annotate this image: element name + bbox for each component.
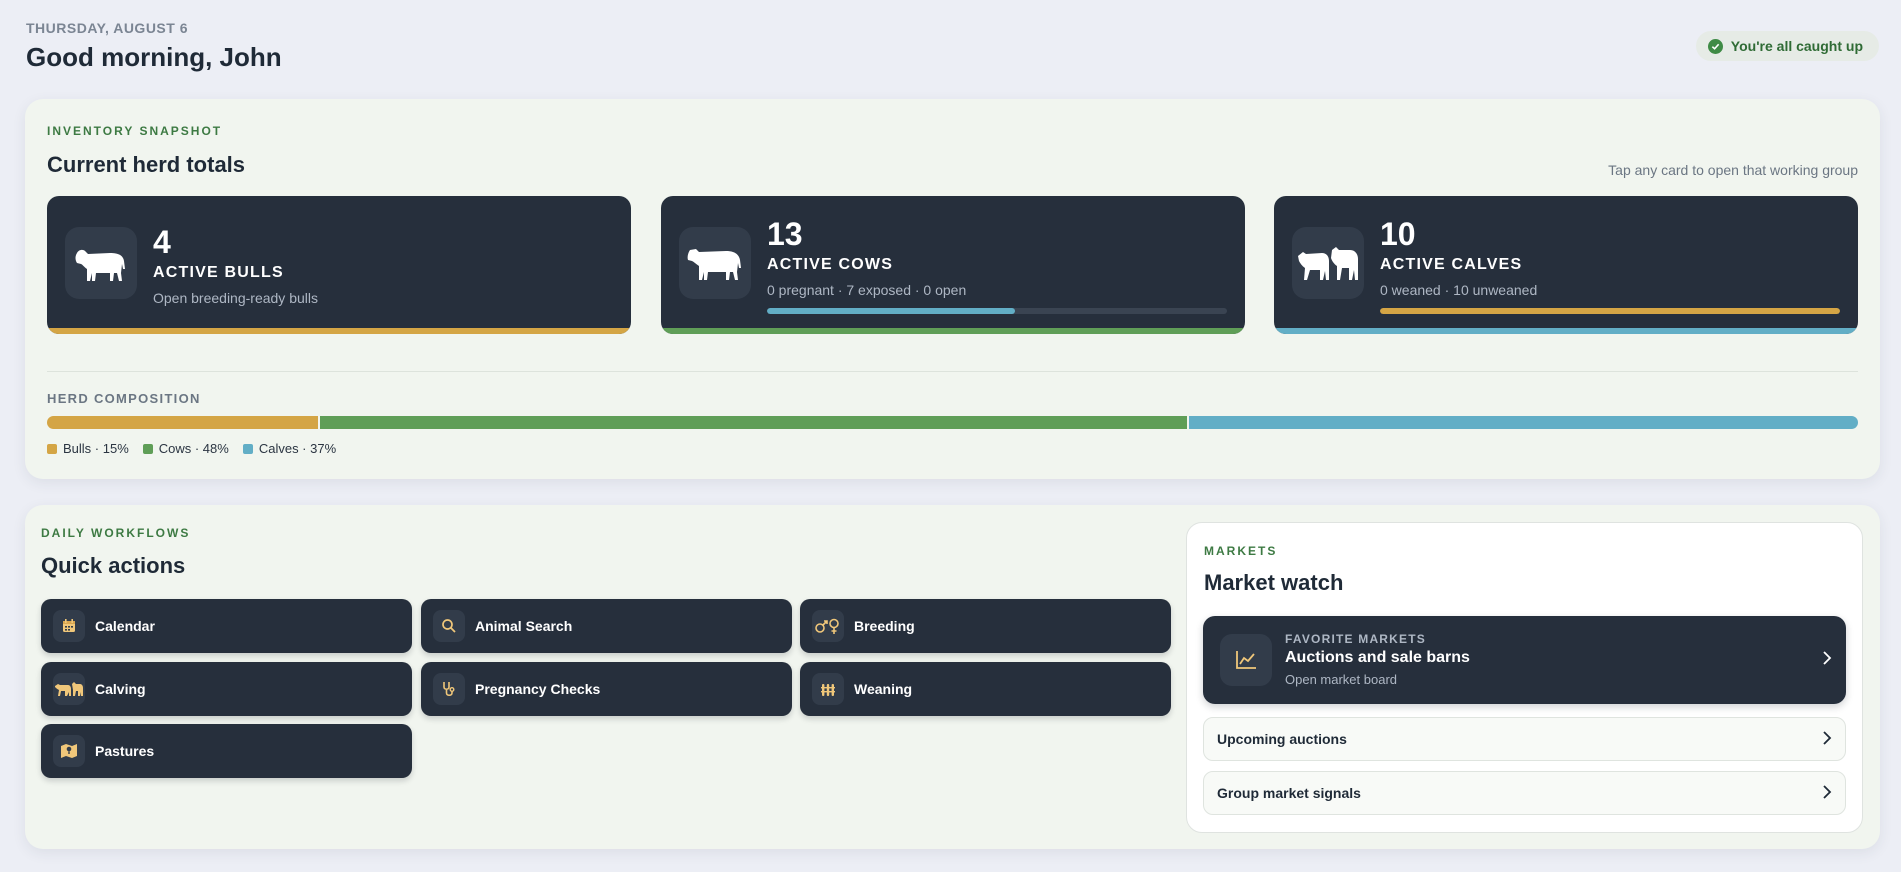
section-divider xyxy=(47,371,1858,372)
cows-progress-track xyxy=(767,308,1227,314)
calendar-button[interactable]: Calendar xyxy=(41,599,412,653)
calving-button-label: Calving xyxy=(95,681,146,697)
upcoming-auctions-row[interactable]: Upcoming auctions xyxy=(1203,717,1846,761)
weaning-icon xyxy=(812,673,844,705)
legend-item-cows: Cows · 48% xyxy=(142,441,229,456)
bulls-subtitle: Open breeding-ready bulls xyxy=(153,290,318,306)
weaning-button[interactable]: Weaning xyxy=(800,662,1171,716)
upcoming-auctions-label: Upcoming auctions xyxy=(1217,731,1347,747)
calves-count: 10 xyxy=(1380,216,1416,252)
cows-subtitle: 0 pregnant · 7 exposed · 0 open xyxy=(767,282,967,298)
workflows-eyebrow: DAILY WORKFLOWS xyxy=(41,526,191,540)
pregnancy-checks-button[interactable]: Pregnancy Checks xyxy=(421,662,792,716)
check-circle-icon xyxy=(1707,38,1723,54)
animal-search-button[interactable]: Animal Search xyxy=(421,599,792,653)
calendar-icon xyxy=(53,610,85,642)
active-bulls-card[interactable]: 4 ACTIVE BULLS Open breeding-ready bulls xyxy=(47,196,631,334)
favorite-markets-eyebrow: FAVORITE MARKETS xyxy=(1285,632,1426,646)
legend-label-cows: Cows · 48% xyxy=(158,441,229,456)
herd-composition-label: HERD COMPOSITION xyxy=(47,391,201,406)
composition-segment-cows xyxy=(320,416,1188,429)
quick-actions-title: Quick actions xyxy=(41,553,186,578)
cows-label: ACTIVE COWS xyxy=(767,256,894,273)
inventory-eyebrow: INVENTORY SNAPSHOT xyxy=(47,124,223,138)
animal-search-button-label: Animal Search xyxy=(475,618,573,634)
inventory-snapshot-panel: INVENTORY SNAPSHOT Current herd totals T… xyxy=(25,99,1880,479)
breeding-icon xyxy=(812,610,844,642)
calves-progress-track xyxy=(1380,308,1840,314)
bull-icon xyxy=(65,227,137,299)
composition-segment-calves xyxy=(1189,416,1858,429)
herd-composition-bar xyxy=(47,416,1858,429)
calves-accent-bar xyxy=(1274,328,1858,334)
greeting-title: Good morning, John xyxy=(26,42,282,72)
group-market-signals-row[interactable]: Group market signals xyxy=(1203,771,1846,815)
legend-label-calves: Calves · 37% xyxy=(258,441,337,456)
bulls-accent-bar xyxy=(47,328,631,334)
cows-count: 13 xyxy=(767,216,803,252)
composition-segment-bulls xyxy=(47,416,319,429)
favorite-markets-title: Auctions and sale barns xyxy=(1285,649,1470,666)
breeding-button-label: Breeding xyxy=(854,618,915,634)
date-label: THURSDAY, AUGUST 6 xyxy=(26,20,188,36)
legend-label-bulls: Bulls · 15% xyxy=(63,441,129,456)
calves-progress-fill xyxy=(1380,308,1840,314)
market-watch-title: Market watch xyxy=(1204,570,1344,595)
weaning-button-label: Weaning xyxy=(854,681,913,697)
page-header: THURSDAY, AUGUST 6 Good morning, John xyxy=(26,20,282,73)
legend-swatch-bulls xyxy=(47,443,57,454)
market-watch-card: MARKETS Market watch FAVORITE MARKETS Au… xyxy=(1186,522,1863,833)
pasture-map-icon xyxy=(53,735,85,767)
legend-item-bulls: Bulls · 15% xyxy=(47,441,129,456)
calendar-button-label: Calendar xyxy=(95,618,155,634)
group-market-signals-label: Group market signals xyxy=(1217,785,1361,801)
status-badge: You're all caught up xyxy=(1695,31,1879,61)
legend-item-calves: Calves · 37% xyxy=(242,441,337,456)
legend-swatch-calves xyxy=(242,443,253,454)
chevron-right-icon xyxy=(1822,730,1832,749)
favorite-markets-subtitle: Open market board xyxy=(1285,672,1398,687)
pastures-button-label: Pastures xyxy=(95,743,155,759)
calves-icon xyxy=(1292,227,1364,299)
calving-button[interactable]: Calving xyxy=(41,662,412,716)
status-badge-label: You're all caught up xyxy=(1730,38,1863,54)
markets-eyebrow: MARKETS xyxy=(1204,544,1278,558)
composition-legend: Bulls · 15% Cows · 48% Calves · 37% xyxy=(47,441,336,456)
pregnancy-checks-button-label: Pregnancy Checks xyxy=(475,681,601,697)
favorite-markets-card[interactable]: FAVORITE MARKETS Auctions and sale barns… xyxy=(1203,616,1846,704)
chevron-right-icon xyxy=(1822,784,1832,803)
bulls-count: 4 xyxy=(153,224,171,260)
calving-icon xyxy=(53,673,85,705)
cow-icon xyxy=(679,227,751,299)
inventory-title: Current herd totals xyxy=(47,152,246,177)
line-chart-icon xyxy=(1220,634,1272,686)
cows-progress-fill xyxy=(767,308,1016,314)
legend-swatch-cows xyxy=(142,443,153,454)
active-cows-card[interactable]: 13 ACTIVE COWS 0 pregnant · 7 exposed · … xyxy=(661,196,1245,334)
active-calves-card[interactable]: 10 ACTIVE CALVES 0 weaned · 10 unweaned xyxy=(1274,196,1858,334)
calves-subtitle: 0 weaned · 10 unweaned xyxy=(1380,282,1538,298)
bulls-label: ACTIVE BULLS xyxy=(153,264,284,281)
calves-label: ACTIVE CALVES xyxy=(1380,256,1523,273)
inventory-hint: Tap any card to open that working group xyxy=(1608,162,1858,178)
stethoscope-icon xyxy=(433,673,465,705)
chevron-right-icon xyxy=(1822,650,1832,671)
breeding-button[interactable]: Breeding xyxy=(800,599,1171,653)
search-icon xyxy=(433,610,465,642)
cows-accent-bar xyxy=(661,328,1245,334)
pastures-button[interactable]: Pastures xyxy=(41,724,412,778)
